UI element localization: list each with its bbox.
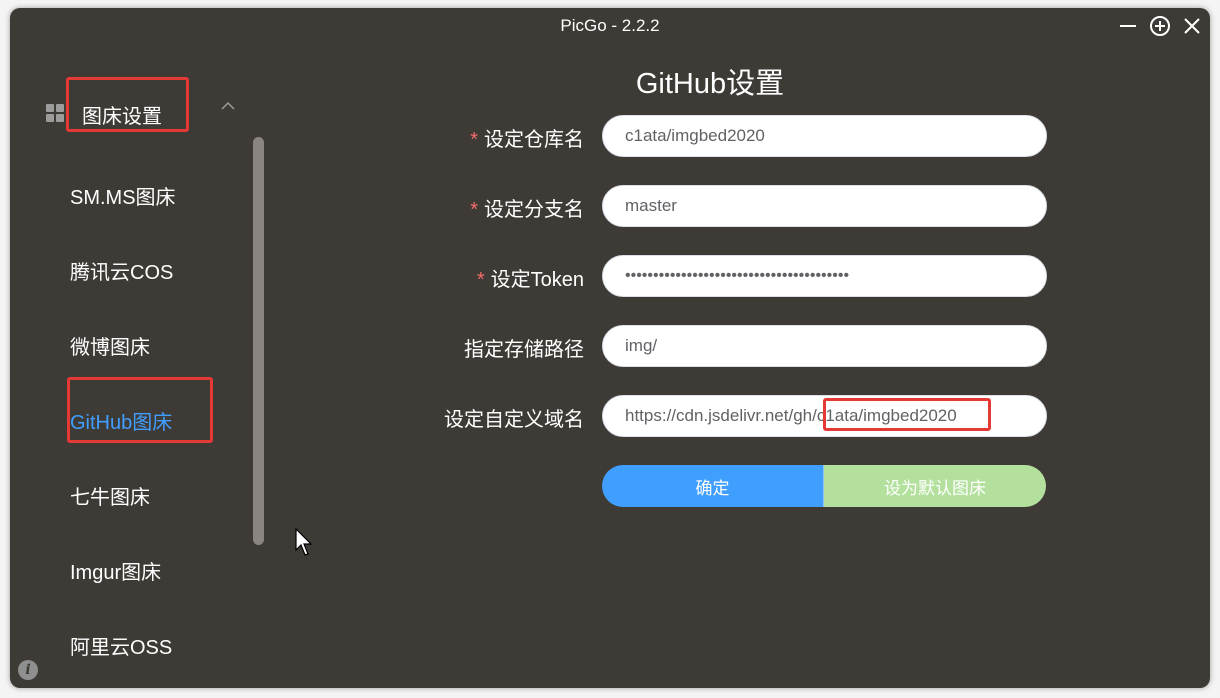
form-row-repo: * 设定仓库名 c1ata/imgbed2020	[10, 115, 1210, 157]
required-mark: *	[470, 129, 478, 151]
branch-label: * 设定分支名	[470, 199, 584, 221]
close-icon[interactable]	[1180, 14, 1204, 38]
custom-url-label: 设定自定义域名	[444, 409, 584, 431]
form-row-token: * 设定Token •••••••••••••••••••••••••••••••…	[10, 255, 1210, 297]
form-row-path: 指定存储路径 img/	[10, 325, 1210, 367]
repo-input[interactable]: c1ata/imgbed2020	[602, 115, 1047, 157]
path-input[interactable]: img/	[602, 325, 1047, 367]
required-mark: *	[476, 269, 485, 291]
sidebar-item-aliyun-oss[interactable]: 阿里云OSS	[70, 631, 172, 660]
branch-input[interactable]: master	[602, 185, 1047, 227]
info-icon[interactable]: i	[18, 660, 38, 680]
title-bar[interactable]: PicGo - 2.2.2	[10, 8, 1210, 46]
highlight-box-repo-path	[823, 398, 991, 431]
minimize-icon[interactable]	[1116, 14, 1140, 38]
sidebar-item-imgur[interactable]: Imgur图床	[70, 556, 161, 585]
set-default-button[interactable]: 设为默认图床	[824, 465, 1046, 507]
highlight-box-github	[67, 377, 213, 443]
confirm-button[interactable]: 确定	[602, 465, 824, 507]
highlight-box-section	[66, 77, 189, 132]
mouse-cursor-icon	[295, 528, 313, 556]
path-label: 指定存储路径	[464, 339, 584, 361]
button-group: 确定 设为默认图床	[602, 465, 1046, 507]
app-window: PicGo - 2.2.2 图床设置 SM.MS图床 腾讯云COS 微博图床 G…	[10, 8, 1210, 688]
token-label: * 设定Token	[476, 269, 584, 291]
page-title: GitHub设置	[635, 68, 785, 100]
maximize-icon[interactable]	[1148, 14, 1172, 38]
token-input[interactable]: ••••••••••••••••••••••••••••••••••••••••	[602, 255, 1047, 297]
form-row-branch: * 设定分支名 master	[10, 185, 1210, 227]
window-title: PicGo - 2.2.2	[560, 16, 660, 35]
sidebar-item-qiniu[interactable]: 七牛图床	[70, 481, 150, 510]
repo-label: * 设定仓库名	[470, 129, 584, 151]
window-controls	[1116, 14, 1204, 38]
required-mark: *	[470, 199, 478, 221]
